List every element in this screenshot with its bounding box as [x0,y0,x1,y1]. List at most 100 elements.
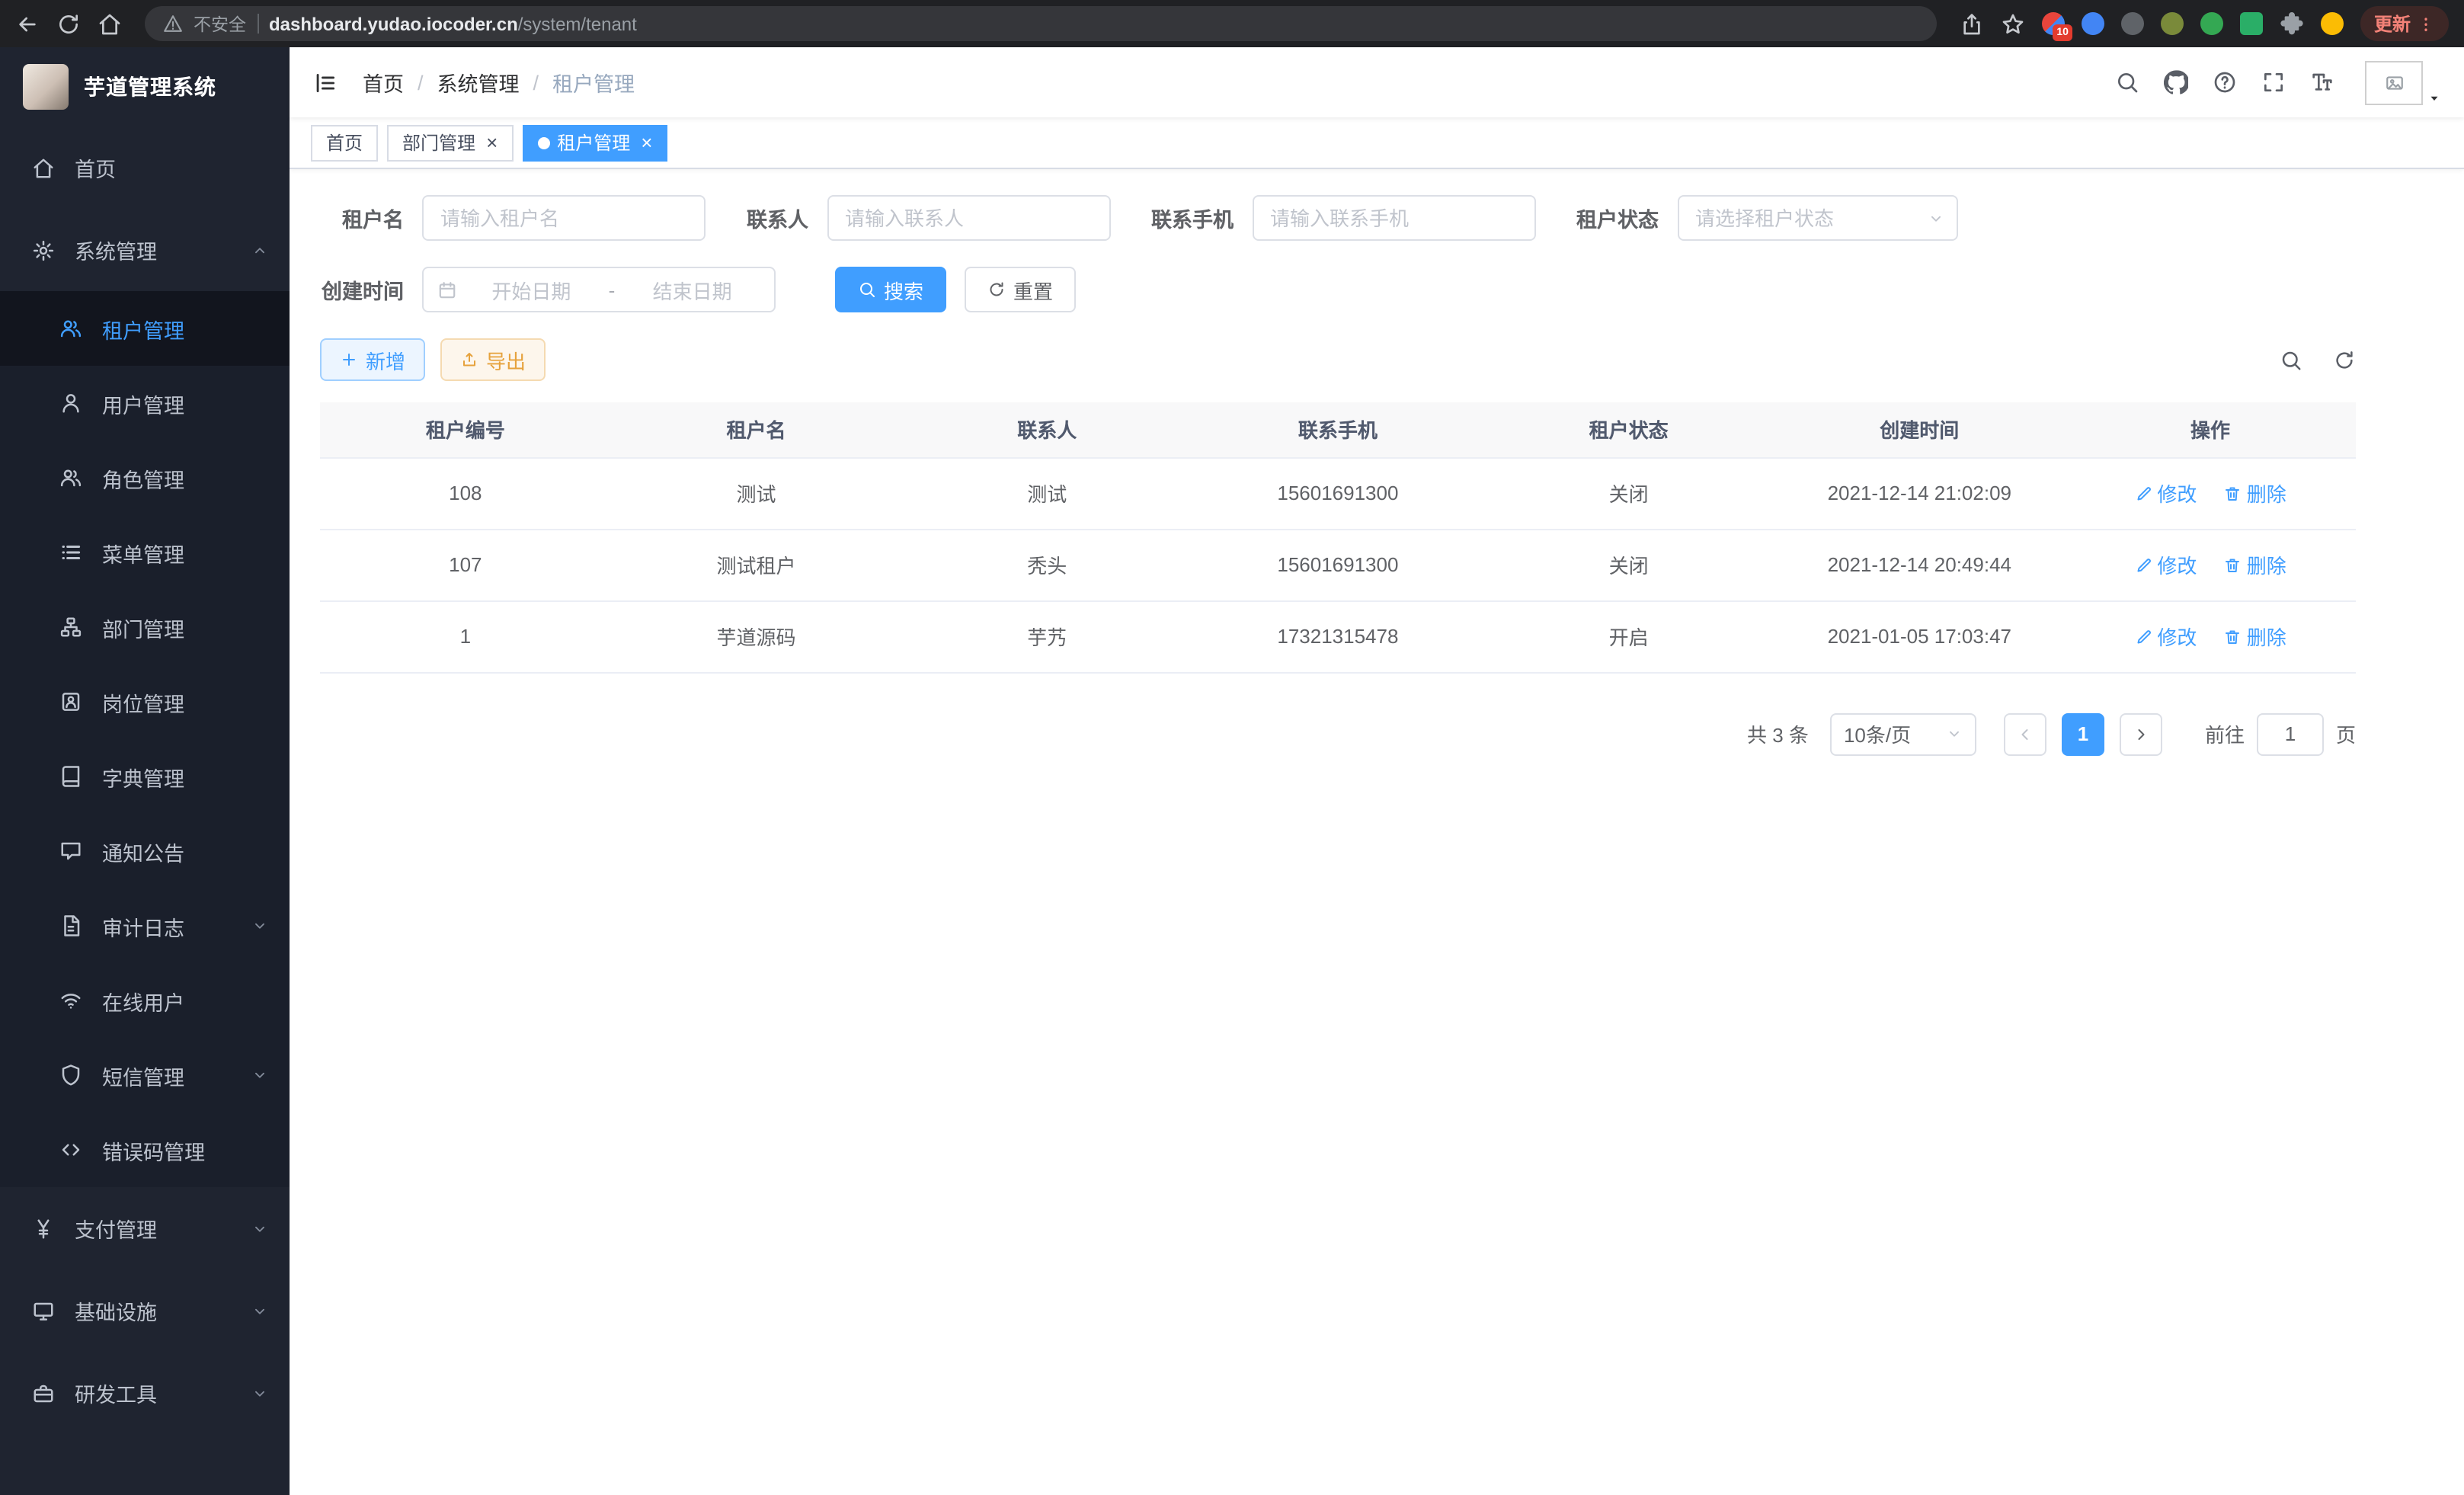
chevron-down-icon [251,1302,268,1319]
user-icon [59,392,82,415]
gear-icon [32,238,55,261]
header-search-icon[interactable] [2115,70,2139,94]
browser-home-icon[interactable] [98,11,122,36]
sidebar-item-dict[interactable]: 字典管理 [0,739,290,814]
cell-tenant-name: 芋道源码 [611,600,902,672]
sidebar-item-menu[interactable]: 菜单管理 [0,515,290,590]
export-button[interactable]: 导出 [440,338,546,381]
reset-button[interactable]: 重置 [965,267,1076,312]
breadcrumb: 首页 / 系统管理 / 租户管理 [363,67,635,98]
sidebar-item-errorcode[interactable]: 错误码管理 [0,1112,290,1187]
tab-home[interactable]: 首页 [311,124,378,161]
user-avatar-menu[interactable] [2365,60,2441,104]
sidebar-item-post[interactable]: 岗位管理 [0,664,290,739]
mobile-input[interactable] [1252,195,1535,241]
sidebar-item-tenant[interactable]: 租户管理 [0,291,290,366]
tab-tenant[interactable]: 租户管理 × [522,124,667,161]
export-icon [460,351,478,369]
delete-link[interactable]: 删除 [2224,550,2286,579]
share-icon[interactable] [1960,11,1984,36]
sidebar-item-infra[interactable]: 基础设施 [0,1269,290,1352]
browser-reload-icon[interactable] [56,11,81,36]
navbar-actions [2115,60,2441,104]
extension-icon-2[interactable] [2082,12,2104,35]
goto-page-input[interactable] [2257,712,2324,755]
breadcrumb-separator: / [418,71,424,94]
sidebar-item-dept[interactable]: 部门管理 [0,590,290,664]
bookmark-star-icon[interactable] [2001,11,2025,36]
status-select[interactable] [1677,195,1957,241]
breadcrumb-system[interactable]: 系统管理 [437,67,520,98]
col-mobile: 联系手机 [1192,402,1483,457]
breadcrumb-home[interactable]: 首页 [363,67,404,98]
sidebar-item-auditlog[interactable]: 审计日志 [0,888,290,963]
sidebar-item-system[interactable]: 系统管理 [0,209,290,291]
tenant-name-input[interactable] [422,195,706,241]
edit-link[interactable]: 修改 [2134,479,2197,507]
tab-close-icon[interactable]: × [486,133,498,152]
cell-actions: 修改 删除 [2065,529,2356,600]
edit-link[interactable]: 修改 [2134,550,2197,579]
contact-input[interactable] [827,195,1110,241]
extension-icon-5[interactable] [2200,12,2223,35]
start-date-placeholder: 开始日期 [463,275,600,304]
font-size-icon[interactable] [2310,70,2334,94]
delete-link[interactable]: 删除 [2224,479,2286,507]
help-icon[interactable] [2213,70,2237,94]
cell-tenant-name: 测试 [611,457,902,529]
extensions-puzzle-icon[interactable] [2280,11,2304,36]
tenant-table: 租户编号 租户名 联系人 联系手机 租户状态 创建时间 操作 108 测试 [320,402,2356,673]
extension-icon-1[interactable]: 10 [2042,12,2065,35]
cell-tenant-id: 108 [320,457,611,529]
sidebar-item-payment[interactable]: 支付管理 [0,1187,290,1269]
sidebar-item-user[interactable]: 用户管理 [0,366,290,440]
browser-update-button[interactable]: 更新 [2360,6,2449,41]
address-bar[interactable]: 不安全 dashboard.yudao.iocoder.cn/system/te… [145,6,1937,41]
sidebar-item-online-users[interactable]: 在线用户 [0,963,290,1038]
browser-profile-avatar[interactable] [2321,12,2344,35]
extension-icon-4[interactable] [2161,12,2184,35]
cell-mobile: 15601691300 [1192,457,1483,529]
sidebar-item-home[interactable]: 首页 [0,126,290,209]
page-size-select[interactable]: 10条/页 [1830,712,1976,755]
refresh-table-icon[interactable] [2333,348,2356,371]
sidebar-item-label: 在线用户 [102,985,184,1016]
cell-actions: 修改 删除 [2065,457,2356,529]
date-range-picker[interactable]: 开始日期 - 结束日期 [422,267,776,312]
cell-mobile: 15601691300 [1192,529,1483,600]
sidebar-collapse-icon[interactable] [312,69,338,95]
search-button[interactable]: 搜索 [835,267,946,312]
edit-link[interactable]: 修改 [2134,622,2197,651]
sidebar-logo[interactable]: 芋道管理系统 [0,47,290,126]
tab-label: 部门管理 [402,130,475,155]
sidebar-item-sms[interactable]: 短信管理 [0,1038,290,1112]
add-button[interactable]: 新增 [320,338,425,381]
tab-dept[interactable]: 部门管理 × [387,124,513,161]
status-select-input[interactable] [1677,195,1957,241]
pagination: 共 3 条 10条/页 1 前往 页 [320,712,2356,755]
github-icon[interactable] [2164,70,2188,94]
tab-close-icon[interactable]: × [641,133,652,152]
sidebar-item-devtools[interactable]: 研发工具 [0,1352,290,1434]
status-label: 租户状态 [1576,203,1659,233]
delete-link[interactable]: 删除 [2224,622,2286,651]
current-page-button[interactable]: 1 [2062,712,2104,755]
fullscreen-icon[interactable] [2261,70,2286,94]
edit-pencil-icon [2134,555,2152,574]
prev-page-button[interactable] [2004,712,2046,755]
extension-icon-3[interactable] [2121,12,2144,35]
cell-mobile: 17321315478 [1192,600,1483,672]
extension-icon-6[interactable] [2240,12,2263,35]
trash-icon [2224,555,2242,574]
browser-back-icon[interactable] [15,11,40,36]
goto-label: 前往 [2205,719,2245,748]
filter-status: 租户状态 [1576,195,1957,241]
refresh-icon [987,280,1006,299]
sidebar-item-notice[interactable]: 通知公告 [0,814,290,888]
chevron-down-icon [251,1385,268,1401]
sidebar-item-role[interactable]: 角色管理 [0,440,290,515]
toggle-search-icon[interactable] [2280,348,2302,371]
export-button-label: 导出 [486,345,526,374]
next-page-button[interactable] [2120,712,2162,755]
date-separator: - [606,278,619,301]
